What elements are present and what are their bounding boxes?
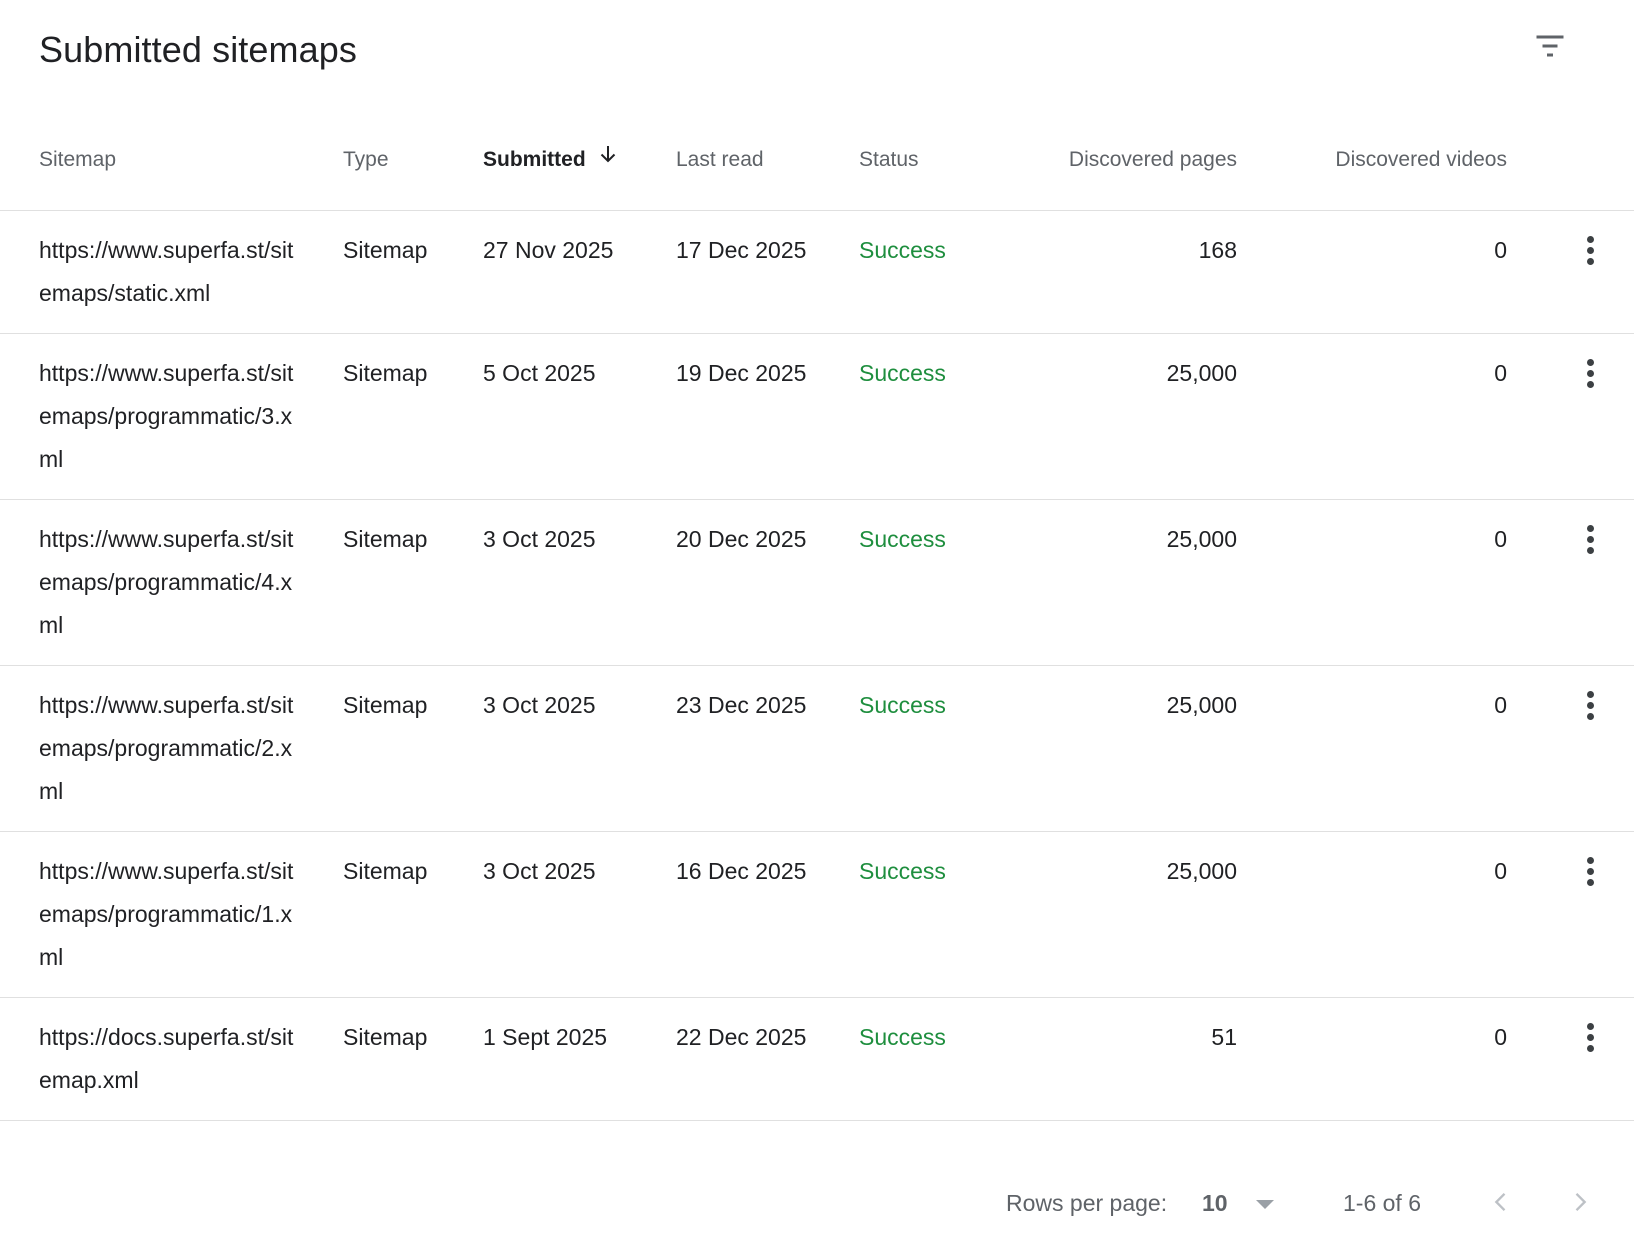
submitted-date: 5 Oct 2025 [483,333,676,500]
table-row[interactable]: https://www.superfa.st/sitemaps/programm… [0,333,1634,500]
pagination-range: 1-6 of 6 [1343,1190,1421,1216]
discovered-pages-count: 25,000 [989,831,1237,998]
status-text: Success [859,210,989,334]
card-header: Submitted sitemaps [0,0,1634,110]
row-actions [1507,997,1634,1121]
arrow-down-icon [596,142,620,172]
table-body: https://www.superfa.st/sitemaps/static.x… [0,210,1634,1121]
submitted-date: 3 Oct 2025 [483,499,676,666]
more-vert-icon[interactable] [1570,1016,1610,1059]
sitemap-type: Sitemap [343,997,483,1121]
table-row[interactable]: https://www.superfa.st/sitemaps/programm… [0,499,1634,666]
rows-per-page-label: Rows per page: [1006,1190,1168,1216]
discovered-pages-count: 25,000 [989,665,1237,832]
status-text: Success [859,499,989,666]
sitemaps-table: Sitemap Type Submitted Last read Status … [0,110,1634,1121]
discovered-pages-count: 168 [989,210,1237,334]
submitted-date: 3 Oct 2025 [483,831,676,998]
next-page-button[interactable] [1560,1182,1600,1222]
sitemap-url[interactable]: https://www.superfa.st/sitemaps/static.x… [0,210,343,334]
sitemap-type: Sitemap [343,831,483,998]
column-header-actions [1507,110,1634,211]
last-read-date: 20 Dec 2025 [676,499,859,666]
last-read-date: 23 Dec 2025 [676,665,859,832]
more-vert-icon[interactable] [1570,229,1610,272]
column-header-last-read[interactable]: Last read [676,110,859,211]
caret-down-icon[interactable] [1256,1200,1274,1209]
pagination: Rows per page: 10 1-6 of 6 [0,1160,1634,1250]
sitemap-type: Sitemap [343,210,483,334]
row-actions [1507,210,1634,334]
column-header-status[interactable]: Status [859,110,989,211]
discovered-videos-count: 0 [1237,210,1507,334]
row-actions [1507,499,1634,666]
table-row[interactable]: https://www.superfa.st/sitemaps/programm… [0,665,1634,832]
sitemap-url[interactable]: https://docs.superfa.st/sitemap.xml [0,997,343,1121]
column-header-type[interactable]: Type [343,110,483,211]
chevron-right-icon [1575,1193,1587,1211]
filter-button[interactable] [1526,22,1574,70]
discovered-videos-count: 0 [1237,831,1507,998]
more-vert-icon[interactable] [1570,518,1610,561]
submitted-date: 27 Nov 2025 [483,210,676,334]
status-text: Success [859,831,989,998]
discovered-videos-count: 0 [1237,665,1507,832]
sitemap-url[interactable]: https://www.superfa.st/sitemaps/programm… [0,665,343,832]
discovered-videos-count: 0 [1237,997,1507,1121]
column-header-submitted-label: Submitted [483,147,586,171]
sitemap-type: Sitemap [343,665,483,832]
last-read-date: 16 Dec 2025 [676,831,859,998]
page-title: Submitted sitemaps [39,29,357,70]
submitted-date: 3 Oct 2025 [483,665,676,832]
last-read-date: 22 Dec 2025 [676,997,859,1121]
discovered-videos-count: 0 [1237,333,1507,500]
sitemap-type: Sitemap [343,333,483,500]
table-header: Sitemap Type Submitted Last read Status … [0,110,1634,211]
last-read-date: 19 Dec 2025 [676,333,859,500]
column-header-sitemap[interactable]: Sitemap [0,110,343,211]
filter-icon [1536,35,1564,57]
more-vert-icon[interactable] [1570,850,1610,893]
table-row[interactable]: https://www.superfa.st/sitemaps/static.x… [0,210,1634,334]
status-text: Success [859,665,989,832]
status-text: Success [859,333,989,500]
submitted-date: 1 Sept 2025 [483,997,676,1121]
column-header-discovered-pages[interactable]: Discovered pages [989,110,1237,211]
discovered-pages-count: 51 [989,997,1237,1121]
discovered-pages-count: 25,000 [989,333,1237,500]
sitemap-url[interactable]: https://www.superfa.st/sitemaps/programm… [0,333,343,500]
row-actions [1507,333,1634,500]
discovered-videos-count: 0 [1237,499,1507,666]
last-read-date: 17 Dec 2025 [676,210,859,334]
table-row[interactable]: https://www.superfa.st/sitemaps/programm… [0,831,1634,998]
rows-per-page-select[interactable]: 10 [1202,1190,1228,1217]
sitemap-url[interactable]: https://www.superfa.st/sitemaps/programm… [0,831,343,998]
sitemap-type: Sitemap [343,499,483,666]
previous-page-button[interactable] [1481,1182,1521,1222]
more-vert-icon[interactable] [1570,352,1610,395]
column-header-submitted[interactable]: Submitted [483,110,676,211]
row-actions [1507,831,1634,998]
more-vert-icon[interactable] [1570,684,1610,727]
table-row[interactable]: https://docs.superfa.st/sitemap.xml Site… [0,997,1634,1121]
sitemap-url[interactable]: https://www.superfa.st/sitemaps/programm… [0,499,343,666]
row-actions [1507,665,1634,832]
status-text: Success [859,997,989,1121]
discovered-pages-count: 25,000 [989,499,1237,666]
sitemaps-card: Submitted sitemaps Sitemap Type Submitte… [0,0,1634,1250]
column-header-discovered-videos[interactable]: Discovered videos [1237,110,1507,211]
chevron-left-icon [1494,1193,1506,1211]
